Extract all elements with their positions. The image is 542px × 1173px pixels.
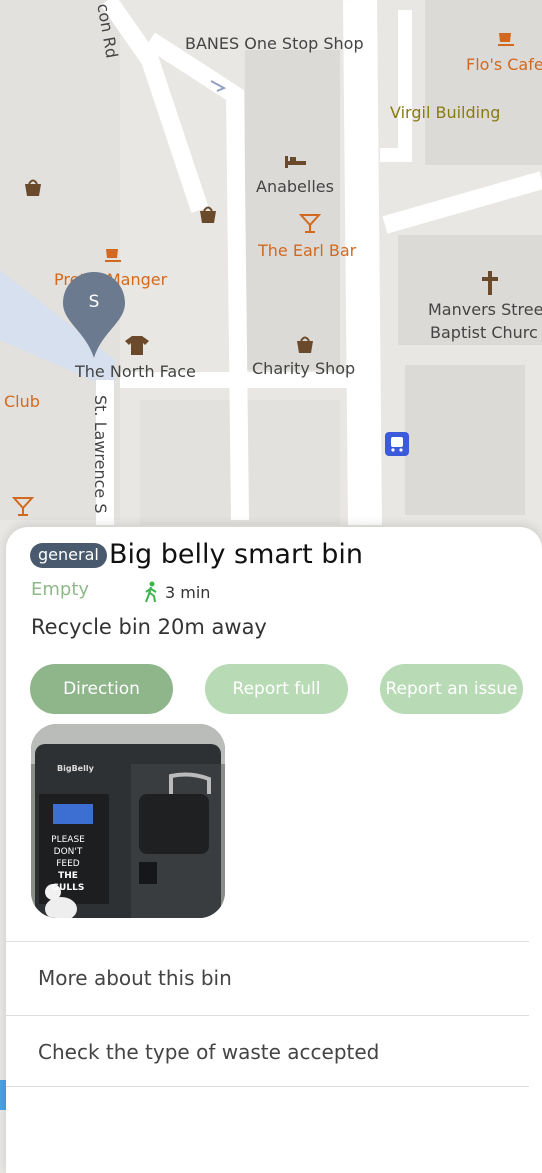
bin-photo[interactable]: BigBelly PLEASE DON'T FEED THE GULLS xyxy=(31,724,225,918)
shopping-bag-icon[interactable] xyxy=(22,176,44,198)
cafe-cup-icon[interactable] xyxy=(497,30,517,48)
check-waste-link[interactable]: Check the type of waste accepted xyxy=(38,1040,379,1064)
poi-label-club[interactable]: Club xyxy=(4,392,40,411)
bus-stop-icon[interactable] xyxy=(384,431,410,457)
hotel-bed-icon[interactable] xyxy=(283,152,309,170)
walking-person-icon xyxy=(145,581,157,603)
poi-label-anabelles[interactable]: Anabelles xyxy=(256,177,334,196)
bin-sign-line-2: DON'T FEED xyxy=(53,847,83,869)
more-about-link[interactable]: More about this bin xyxy=(38,966,232,990)
direction-button[interactable]: Direction xyxy=(30,664,173,714)
walk-time: 3 min xyxy=(143,581,210,603)
cocktail-bar-icon[interactable] xyxy=(12,495,34,517)
bin-details-sheet: general Big belly smart bin Empty 3 min … xyxy=(6,527,542,1173)
more-about-row[interactable]: More about this bin xyxy=(6,941,529,1016)
church-cross-icon[interactable] xyxy=(480,270,500,296)
poi-label-virgil-building[interactable]: Virgil Building xyxy=(390,103,500,122)
street-label-st-lawrence: St. Lawrence S xyxy=(91,395,110,514)
recycle-info: Recycle bin 20m away xyxy=(31,615,267,639)
map-pin-icon xyxy=(63,272,125,358)
bin-sign-line-3: THE GULLS xyxy=(51,871,85,893)
poi-label-flos-cafe[interactable]: Flo's Cafe xyxy=(466,55,542,74)
cocktail-bar-icon[interactable] xyxy=(299,212,321,234)
cafe-cup-icon[interactable] xyxy=(104,246,124,264)
report-issue-button[interactable]: Report an issue xyxy=(380,664,523,714)
shopping-bag-icon[interactable] xyxy=(294,333,316,355)
check-waste-row[interactable]: Check the type of waste accepted xyxy=(6,1015,529,1087)
poi-label-charity-shop[interactable]: Charity Shop xyxy=(252,359,355,378)
selected-bin-marker[interactable]: S xyxy=(61,270,127,360)
walk-time-label: 3 min xyxy=(165,582,211,602)
report-full-button[interactable]: Report full xyxy=(205,664,348,714)
poi-label-north-face[interactable]: The North Face xyxy=(75,362,196,381)
poi-label-earl-bar[interactable]: The Earl Bar xyxy=(258,241,356,260)
bin-status: Empty xyxy=(31,579,90,600)
poi-label-banes[interactable]: BANES One Stop Shop xyxy=(185,34,364,53)
shopping-bag-icon[interactable] xyxy=(197,203,219,225)
bin-sign: PLEASE DON'T FEED THE GULLS xyxy=(43,834,93,894)
bin-title: Big belly smart bin xyxy=(109,539,363,570)
category-badge: general xyxy=(30,543,107,568)
clothing-shirt-icon[interactable] xyxy=(124,334,150,356)
poi-label-manvers-2[interactable]: Baptist Churc xyxy=(430,323,538,342)
poi-label-manvers-1[interactable]: Manvers Stree xyxy=(428,300,542,319)
bin-brand-text: BigBelly xyxy=(57,764,94,773)
one-way-arrow-icon xyxy=(210,80,226,92)
marker-letter: S xyxy=(88,292,100,312)
bin-sign-line-1: PLEASE xyxy=(51,835,85,845)
